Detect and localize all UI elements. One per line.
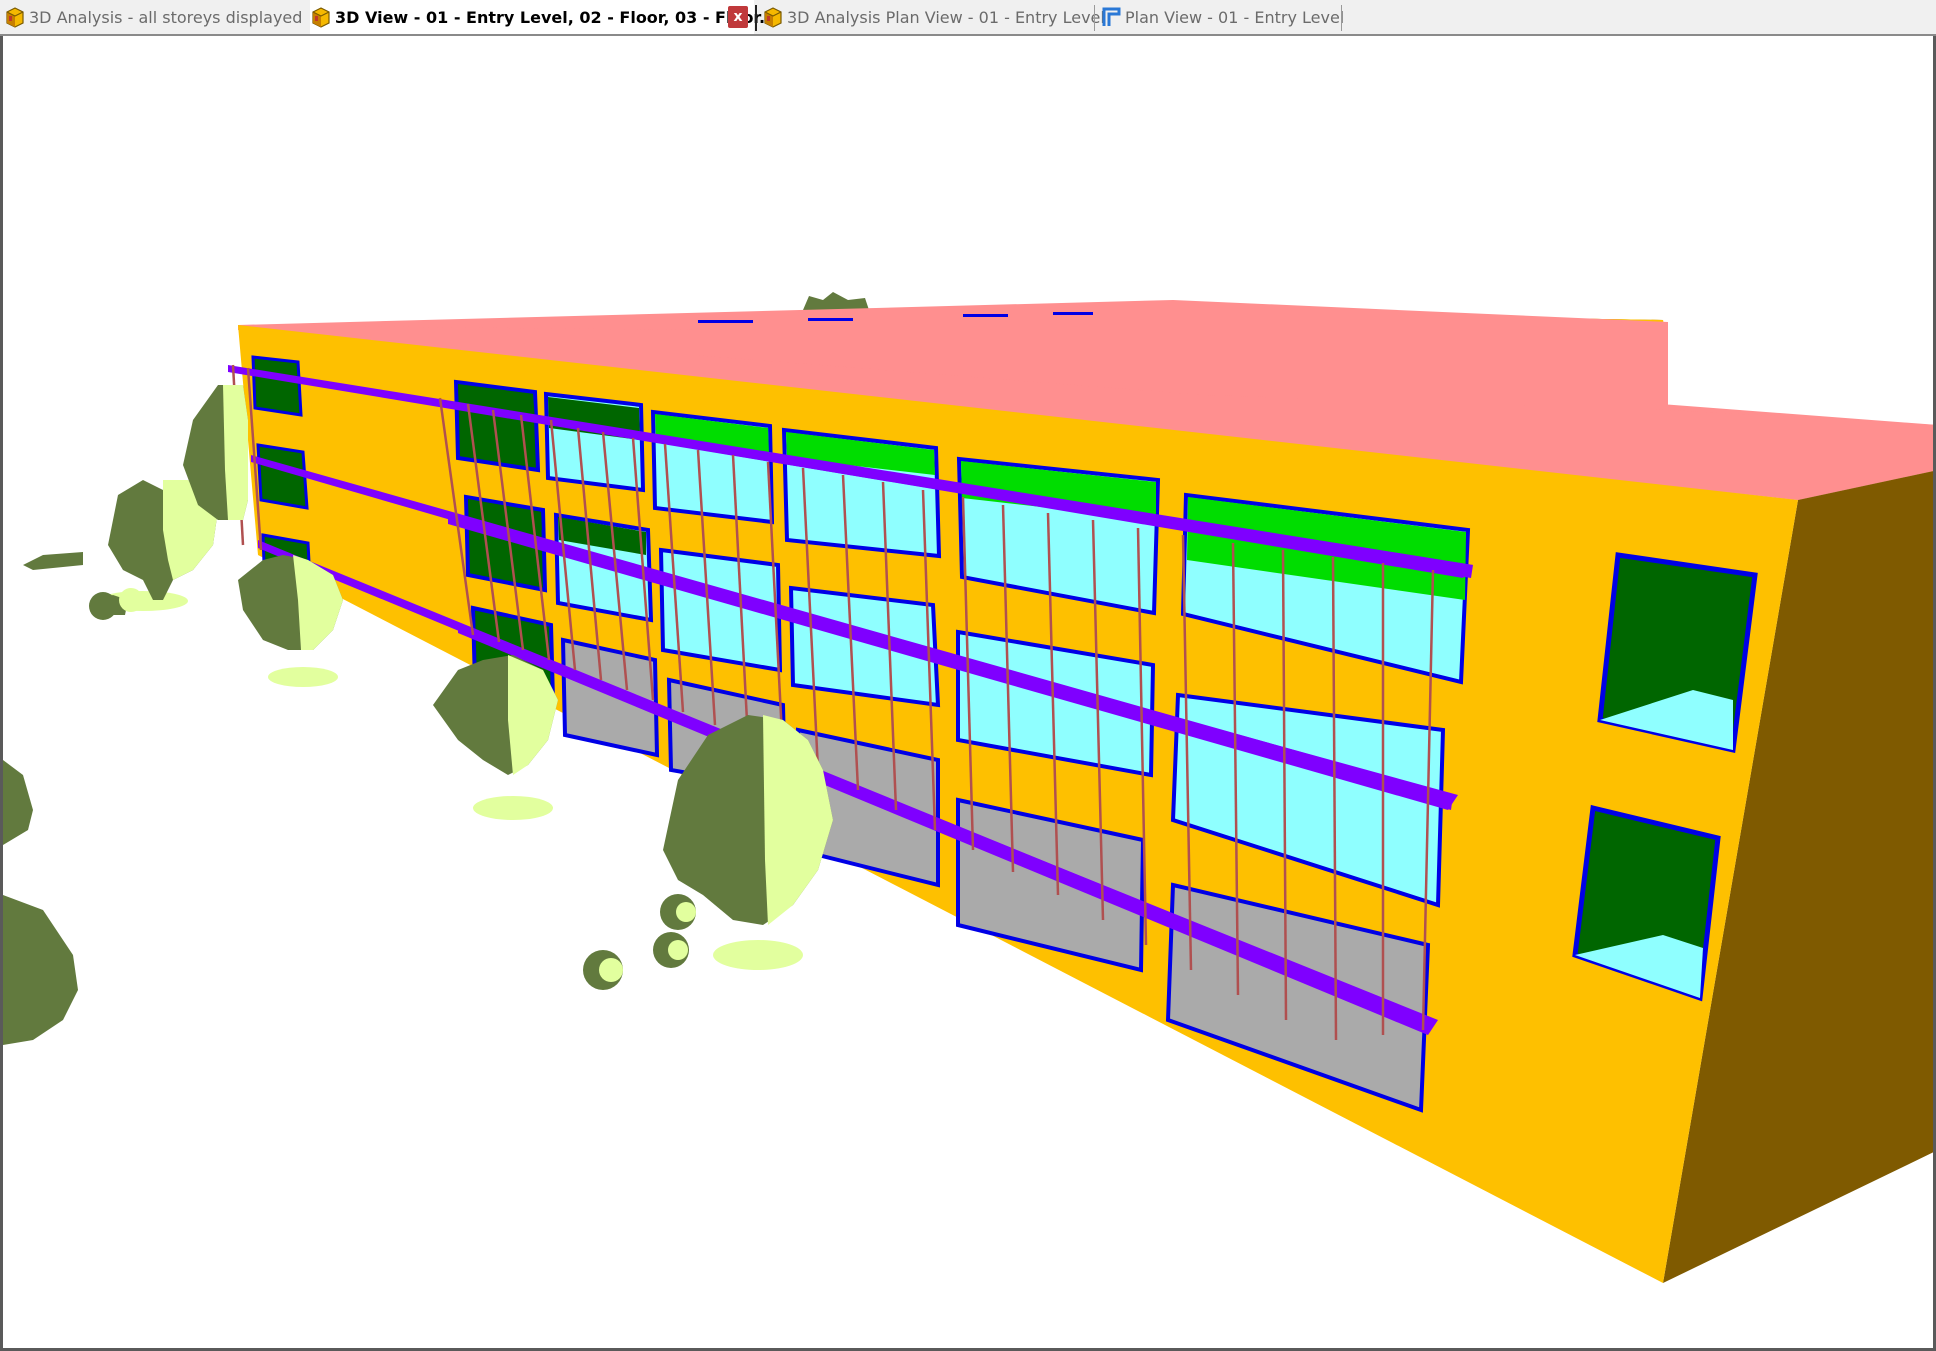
3d-viewport[interactable] — [0, 36, 1936, 1351]
tab-separator — [755, 5, 757, 31]
tab-3d-analysis-all-storeys[interactable]: 3D Analysis - all storeys displayed — [4, 0, 304, 34]
3d-model-icon — [6, 7, 24, 28]
tab-3d-analysis-plan-view[interactable]: 3D Analysis Plan View - 01 - Entry Level — [762, 0, 1105, 34]
tab-separator — [1341, 5, 1342, 31]
tab-3d-view-storeys[interactable]: 3D View - 01 - Entry Level, 02 - Floor, … — [310, 0, 777, 34]
building-3d-model — [3, 292, 1933, 1283]
plan-view-icon — [1102, 7, 1121, 26]
3d-model-icon — [312, 7, 330, 28]
tab-separator — [1094, 5, 1095, 31]
tab-label: 3D Analysis Plan View - 01 - Entry Level — [787, 7, 1105, 27]
document-tab-bar: 3D Analysis - all storeys displayed 3D V… — [0, 0, 1936, 36]
tab-label: Plan View - 01 - Entry Level — [1125, 7, 1345, 27]
close-tab-button[interactable]: x — [728, 6, 748, 28]
3d-model-icon — [764, 7, 782, 28]
tab-plan-view-entry-level[interactable]: Plan View - 01 - Entry Level — [1100, 0, 1344, 34]
tab-label: 3D Analysis - all storeys displayed — [29, 7, 303, 27]
tab-label: 3D View - 01 - Entry Level, 02 - Floor, … — [335, 7, 778, 27]
